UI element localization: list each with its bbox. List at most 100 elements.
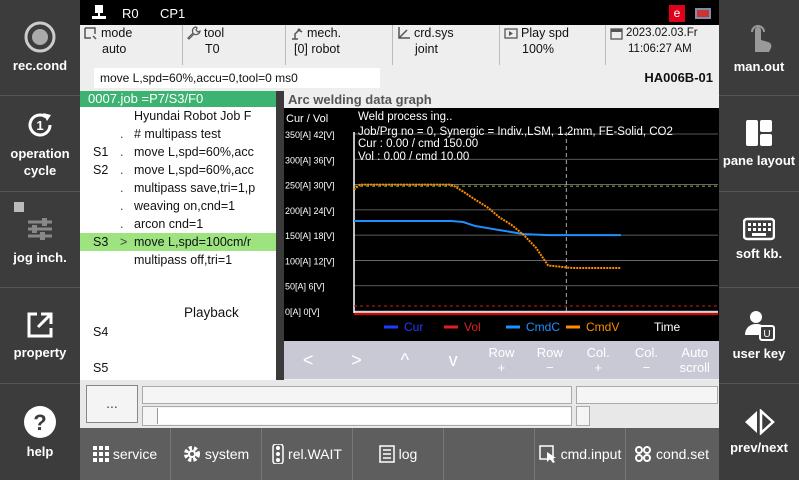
program-header: 0007.job =P7/S3/F0 [80, 91, 276, 107]
operation-cycle-button[interactable]: 1 operation cycle [0, 96, 80, 192]
user-key-button[interactable]: U user key [719, 288, 799, 384]
y-tick-label: 350[A] 42[V] [285, 130, 335, 140]
more-button[interactable]: ... [86, 385, 138, 423]
play-speed-label: Play spd [521, 26, 569, 40]
help-label: help [26, 443, 54, 459]
program-line[interactable]: S3 > move L,spd=100cm/r [80, 233, 276, 251]
line-text: move L,spd=60%,acc [134, 163, 254, 177]
tool-label: tool [204, 26, 225, 40]
y-tick-label: 200[A] 24[V] [285, 206, 335, 216]
menu-service-button[interactable]: service [80, 428, 171, 480]
pane-layout-button[interactable]: pane layout [719, 96, 799, 192]
help-button[interactable]: ? help [0, 384, 80, 480]
message-area: ... [80, 380, 719, 428]
legend-label: CmdV [586, 320, 619, 334]
log-icon [378, 445, 395, 463]
y-axis-title: Cur / Vol [286, 113, 328, 125]
line-marker: . [120, 163, 124, 177]
svg-text:?: ? [33, 410, 46, 435]
legend-label: CmdC [526, 320, 560, 334]
menu-cond-set-button[interactable]: cond.set [626, 428, 717, 480]
crd-sys-value: joint [415, 42, 438, 56]
tool-value: T0 [205, 42, 220, 56]
step-number: S5 [93, 361, 109, 375]
menu-label: cond.set [656, 446, 709, 462]
menu-rel-wait-button[interactable]: rel.WAIT [262, 428, 353, 480]
graph-nav-button[interactable]: Auto scroll [671, 341, 719, 379]
graph-nav-button[interactable]: Col. + [574, 341, 622, 379]
line-text: move L,spd=60%,acc [134, 145, 254, 159]
program-line[interactable]: . arcon cnd=1 [80, 215, 276, 233]
command-line[interactable]: move L,spd=60%,accu=0,tool=0 ms0 [94, 68, 380, 88]
graph-nav-button[interactable]: < [284, 341, 332, 379]
graph-nav-button[interactable]: Row + [477, 341, 525, 379]
date-text: 2023.02.03.Fr [626, 27, 698, 39]
playback-popup: Playback [128, 271, 265, 381]
prev-next-icon [745, 408, 775, 435]
mech-value: [0] robot [294, 42, 340, 56]
datetime-cell: 2023.02.03.Fr 11:06:27 AM [606, 25, 719, 65]
crd-sys-cell[interactable]: crd.sys joint [393, 25, 500, 65]
y-tick-label: 300[A] 36[V] [285, 155, 335, 165]
prev-next-label: prev/next [730, 439, 788, 455]
traffic-light-icon [272, 444, 284, 464]
menu-log-button[interactable]: log [353, 428, 444, 480]
program-line[interactable]: . multipass save,tri=1,p [80, 179, 276, 197]
mode-cell[interactable]: mode auto [80, 25, 183, 65]
program-line[interactable]: . weaving on,cnd=1 [80, 197, 276, 215]
right-side-panel: man.out pane layout soft kb. U user key … [719, 0, 799, 480]
menu-system-button[interactable]: system [171, 428, 262, 480]
graph-nav-button[interactable]: v [429, 341, 477, 379]
graph-info-text: Cur : 0.00 / cmd 150.00 [358, 138, 478, 150]
message-field [142, 386, 572, 404]
cmd-input-icon [538, 445, 557, 463]
flag-icon [695, 8, 711, 19]
program-line[interactable]: . # multipass test [80, 125, 276, 143]
layout-icon [746, 120, 772, 146]
open-external-icon [27, 312, 53, 338]
step-number: S4 [93, 325, 109, 339]
graph-nav-button[interactable]: > [332, 341, 380, 379]
play-speed-cell[interactable]: Play spd 100% [500, 25, 606, 65]
program-line[interactable]: Hyundai Robot Job F [80, 107, 276, 125]
prev-next-button[interactable]: prev/next [719, 384, 799, 480]
graph-info-text: Weld process ing.. [358, 111, 452, 123]
weld-data-chart: Cur / Vol 350[A] 42[V] 300[A] 36[V] 250[A] … [284, 108, 719, 341]
status-bar: R0 CP1 e [80, 0, 719, 25]
graph-nav-button[interactable]: Row − [526, 341, 574, 379]
jog-inch-button[interactable]: jog inch. [0, 192, 80, 288]
command-bar: move L,spd=60%,accu=0,tool=0 ms0 HA006B-… [80, 65, 719, 91]
error-badge[interactable]: e [669, 5, 685, 22]
menu-label: rel.WAIT [288, 446, 342, 462]
x-axis-title: Time [654, 320, 681, 334]
menu-cmd-input-button[interactable]: cmd.input [535, 428, 626, 480]
y-tick-label: 150[A] 18[V] [285, 231, 335, 241]
tool-cell[interactable]: tool T0 [183, 25, 286, 65]
mode-label: mode [101, 26, 133, 40]
property-button[interactable]: property [0, 288, 80, 384]
man-out-label: man.out [733, 59, 785, 74]
line-text: multipass off,tri=1 [134, 253, 233, 267]
mech-cell[interactable]: mech. [0] robot [286, 25, 393, 65]
program-line[interactable]: S2. move L,spd=60%,acc [80, 161, 276, 179]
play-speed-value: 100% [522, 42, 554, 56]
rec-cond-button[interactable]: rec.cond [0, 0, 80, 96]
y-tick-label: 250[A] 30[V] [285, 181, 335, 191]
robot-arm-icon [292, 28, 303, 40]
program-line[interactable]: S1. move L,spd=60%,acc [80, 143, 276, 161]
jog-indicator [14, 202, 24, 212]
input-field[interactable] [142, 406, 572, 426]
graph-nav-button[interactable]: Col. − [622, 341, 670, 379]
soft-kb-button[interactable]: soft kb. [719, 192, 799, 288]
line-marker: > [120, 235, 128, 249]
mode-value: auto [102, 42, 127, 56]
man-out-button[interactable]: man.out [719, 0, 799, 96]
rec-cond-label: rec.cond [12, 58, 68, 73]
program-line[interactable]: multipass off,tri=1 [80, 251, 276, 269]
user-key-icon: U [745, 311, 775, 341]
svg-text:1: 1 [36, 118, 43, 133]
crd-sys-label: crd.sys [414, 26, 454, 40]
operation-cycle-label: operation cycle [10, 145, 70, 178]
info-bar: mode auto tool T0 mech. [0] robot crd.sy… [80, 25, 719, 65]
graph-nav-button[interactable]: ^ [381, 341, 429, 379]
